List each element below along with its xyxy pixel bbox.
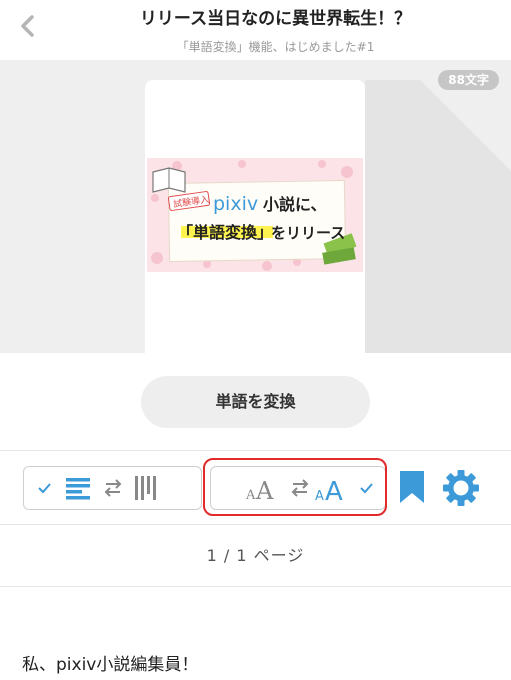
character-count-badge: 88文字 bbox=[438, 70, 499, 90]
bookmark-icon[interactable] bbox=[397, 469, 427, 505]
vertical-text-icon bbox=[135, 476, 156, 500]
convert-words-button[interactable]: 単語を変換 bbox=[141, 376, 370, 428]
novel-title: リリース当日なのに異世界転生！？ bbox=[139, 9, 412, 29]
writing-direction-toggle[interactable] bbox=[23, 466, 202, 510]
settings-gear-icon[interactable] bbox=[442, 469, 480, 507]
horizontal-text-icon bbox=[66, 478, 90, 500]
check-icon bbox=[38, 483, 51, 494]
divider-bottom bbox=[0, 586, 511, 587]
swap-arrows-icon bbox=[104, 479, 122, 497]
header-bar: リリース当日なのに異世界転生！？ 「単語変換」機能、はじめました#1 bbox=[0, 0, 511, 60]
series-subtitle[interactable]: 「単語変換」機能、はじめました#1 bbox=[60, 38, 491, 55]
page-counter: 1 / 1 ページ bbox=[206, 546, 305, 565]
writing-direction-graphic bbox=[38, 476, 156, 500]
open-book-icon bbox=[152, 167, 186, 193]
banner-line2: をリリース bbox=[271, 224, 345, 242]
banner-line2-highlight: 「単語変換」 bbox=[177, 223, 273, 242]
back-chevron-icon[interactable] bbox=[14, 12, 42, 40]
divider-middle bbox=[0, 524, 511, 525]
banner-line1: 小説に、 bbox=[263, 195, 327, 214]
annotation-highlight bbox=[203, 458, 387, 516]
banner-brand: pixiv bbox=[213, 193, 258, 215]
cover-image[interactable]: 試験導入 pixiv 小説に、 「単語変換」 をリリース bbox=[147, 158, 363, 272]
novel-body-text: 私、pixiv小説編集員！ bbox=[22, 655, 199, 675]
divider-top bbox=[0, 450, 511, 451]
